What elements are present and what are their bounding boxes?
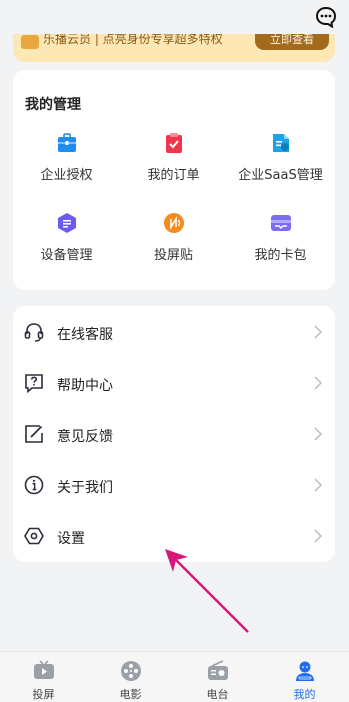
grid-item-label: 企业授权 (40, 168, 93, 183)
top-bar (0, 0, 349, 34)
user-profile-icon (295, 661, 314, 681)
menu-item-feedback[interactable]: 意见反馈 (13, 410, 335, 460)
vip-banner-text: 乐播云员 | 点亮身份专享超多特权 (43, 34, 223, 46)
vip-crown-icon (21, 35, 39, 49)
grid-item-label: 投屏贴 (153, 248, 193, 263)
vip-view-button[interactable]: 立即查看 (255, 34, 329, 50)
menu-item-settings[interactable]: 设置 (13, 512, 335, 562)
grid-item-enterprise-auth[interactable]: 企业授权 (13, 132, 120, 192)
grid-item-my-orders[interactable]: 我的订单 (120, 132, 227, 192)
chevron-right-icon (314, 427, 323, 441)
menu-item-label: 意见反馈 (57, 429, 113, 445)
nav-tab-label: 投屏 (32, 688, 55, 701)
nav-tab-movies[interactable]: 电影 (87, 652, 174, 702)
management-title: 我的管理 (25, 97, 81, 113)
chevron-right-icon (314, 376, 323, 390)
chat-bubble-icon[interactable] (315, 6, 337, 28)
menu-item-online-service[interactable]: 在线客服 (13, 308, 335, 358)
grid-item-saas-management[interactable]: 企业SaaS管理 (227, 132, 334, 192)
chevron-right-icon (314, 529, 323, 543)
vip-banner[interactable]: 乐播云员 | 点亮身份专享超多特权 立即查看 (13, 34, 335, 62)
grid-item-label: 设备管理 (40, 248, 93, 263)
menu-card: 在线客服 帮助中心 意见反馈 关于我们 设置 (13, 306, 335, 562)
chevron-right-icon (314, 325, 323, 339)
nav-tab-label: 我的 (293, 688, 316, 701)
menu-item-help-center[interactable]: 帮助中心 (13, 359, 335, 409)
tv-cast-icon (33, 660, 54, 679)
nav-tab-label: 电台 (206, 688, 229, 701)
film-reel-icon (120, 661, 141, 681)
grid-item-label: 企业SaaS管理 (238, 168, 323, 183)
settings-hexagon-icon (24, 527, 44, 545)
menu-item-about-us[interactable]: 关于我们 (13, 461, 335, 511)
grid-item-card-wallet[interactable]: 我的卡包 (227, 212, 334, 272)
briefcase-icon (57, 133, 76, 152)
menu-item-label: 帮助中心 (57, 378, 113, 394)
grid-item-label: 我的订单 (147, 168, 200, 183)
management-card: 我的管理 企业授权 我的订单 企业SaaS管理 设备管理 投屏贴 我的卡包 (13, 70, 335, 290)
info-icon (24, 475, 44, 495)
menu-item-label: 关于我们 (57, 480, 113, 496)
help-question-icon (25, 374, 43, 393)
menu-item-label: 在线客服 (57, 327, 113, 343)
clipboard-check-icon (165, 133, 182, 153)
headset-icon (24, 323, 44, 342)
nav-tab-mine[interactable]: 我的 (261, 652, 348, 702)
device-hexagon-icon (57, 213, 76, 233)
grid-item-cast-sticker[interactable]: 投屏贴 (120, 212, 227, 272)
nfc-sticker-icon (163, 213, 184, 233)
card-wallet-icon (270, 215, 291, 231)
edit-feedback-icon (25, 425, 43, 443)
nav-tab-cast[interactable]: 投屏 (0, 652, 87, 702)
grid-item-device-management[interactable]: 设备管理 (13, 212, 120, 272)
grid-item-label: 我的卡包 (254, 248, 307, 263)
nav-tab-label: 电影 (119, 688, 142, 701)
nav-tab-radio[interactable]: 电台 (174, 652, 261, 702)
bottom-nav: 投屏 电影 电台 我的 (0, 651, 349, 702)
document-user-icon (272, 134, 289, 152)
radio-icon (207, 660, 228, 680)
chevron-right-icon (314, 478, 323, 492)
menu-item-label: 设置 (57, 531, 85, 547)
